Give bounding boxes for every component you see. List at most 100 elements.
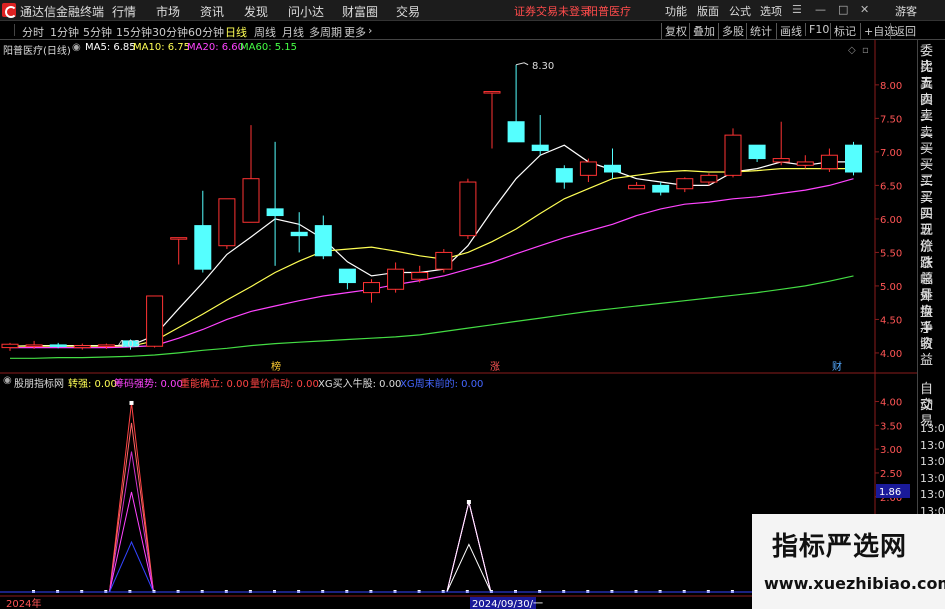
app-logo-icon <box>2 3 17 18</box>
tick-time: 13:06 <box>920 488 945 501</box>
tool-fuquan[interactable]: 复权 <box>661 23 690 39</box>
price-tick-label: 5.00 <box>880 282 902 293</box>
candle-body[interactable] <box>507 121 525 143</box>
ma20-label: MA20: 6.60 <box>187 42 245 53</box>
candle-body[interactable] <box>363 282 380 294</box>
period-daily[interactable]: 日线 <box>225 24 247 40</box>
period-monthly[interactable]: 月线 <box>282 24 304 40</box>
candle-body[interactable] <box>676 178 694 190</box>
menu-caifuquan[interactable]: 财富圈 <box>342 3 378 20</box>
candle-body[interactable] <box>25 344 43 347</box>
tool-huaxian[interactable]: 画线 <box>776 23 805 39</box>
menu-faxian[interactable]: 发现 <box>244 3 268 20</box>
menu-zixun[interactable]: 资讯 <box>200 3 224 20</box>
period-more[interactable]: 更多 <box>344 24 366 40</box>
tool-tongji[interactable]: 统计 <box>746 23 775 39</box>
candle-body[interactable] <box>845 144 862 173</box>
price-axis: 8.00 7.50 7.00 6.50 6.00 5.50 5.00 4.50 4.00 <box>875 81 902 360</box>
menu-wenxiaoda[interactable]: 问小达 <box>288 3 324 20</box>
price-tick-label: 4.50 <box>880 315 902 326</box>
candle-body[interactable] <box>266 208 284 217</box>
tool-back[interactable]: 返回 <box>890 23 919 39</box>
ma10-line <box>10 168 854 347</box>
candle-body[interactable] <box>411 272 429 280</box>
chevron-right-icon[interactable]: › <box>368 24 372 37</box>
candle-body[interactable] <box>555 168 573 183</box>
period-30min[interactable]: 30分钟 <box>152 24 188 40</box>
menu-gongshi[interactable]: 公式 <box>729 3 751 19</box>
candle-body[interactable] <box>579 161 597 176</box>
menu-gongneng[interactable]: 功能 <box>665 3 687 19</box>
tool-diejia[interactable]: 叠加 <box>689 23 718 39</box>
candle-body[interactable] <box>772 158 790 163</box>
candle-body[interactable] <box>314 225 332 257</box>
tool-biaoji[interactable]: 标记 <box>830 23 859 39</box>
window-menu-icon[interactable]: ☰ <box>792 3 802 16</box>
candle-body[interactable] <box>435 251 453 270</box>
candle-body[interactable] <box>531 144 549 152</box>
candle-body[interactable] <box>194 225 212 270</box>
period-1min[interactable]: 1分钟 <box>50 24 79 40</box>
maximize-icon[interactable]: □ <box>838 3 848 16</box>
candle-body[interactable] <box>796 161 814 166</box>
price-tick-label: 7.00 <box>880 148 902 159</box>
menu-xuanxiang[interactable]: 选项 <box>760 3 782 19</box>
guest-user[interactable]: 游客 <box>895 3 917 19</box>
price-tick-label: 5.50 <box>880 248 902 259</box>
candle-body[interactable] <box>290 231 308 237</box>
candle-body[interactable] <box>218 198 236 247</box>
ma20-line <box>10 178 854 349</box>
candle-body[interactable] <box>483 91 501 94</box>
period-60min[interactable]: 60分钟 <box>188 24 224 40</box>
candle-body[interactable] <box>604 164 621 173</box>
settings-icon[interactable]: ◉ <box>72 42 81 53</box>
minimize-icon[interactable]: — <box>815 3 826 16</box>
annotations <box>515 62 529 66</box>
period-5min[interactable]: 5分钟 <box>83 24 112 40</box>
low-price-label: 4.03 <box>118 339 140 350</box>
candle-body[interactable] <box>748 144 766 160</box>
menu-jiaoyi[interactable]: 交易 <box>396 3 420 20</box>
candle-body[interactable] <box>338 268 356 284</box>
marker-zhang[interactable]: 涨 <box>490 361 500 373</box>
period-fenshi[interactable]: 分时 <box>22 24 44 40</box>
candle-body[interactable] <box>242 178 260 223</box>
candle-body[interactable] <box>97 344 115 347</box>
period-multi[interactable]: 多周期 <box>309 24 342 40</box>
marker-cai[interactable]: 财 <box>832 360 842 373</box>
main-chart-header: 阳普医疗(日线) ◉ MA5: 6.85 MA10: 6.75 MA20: 6.… <box>0 40 875 57</box>
ma10-label: MA10: 6.75 <box>133 42 191 53</box>
candle-body[interactable] <box>73 345 91 349</box>
price-tick-label: 8.00 <box>880 81 902 92</box>
close-icon[interactable]: ✕ <box>860 3 869 16</box>
candle-body[interactable] <box>146 295 164 347</box>
candle-body[interactable] <box>700 174 718 183</box>
candle-body[interactable] <box>49 344 67 347</box>
indicator-tick-label: 2.50 <box>880 469 902 480</box>
tool-f10[interactable]: F10 <box>805 23 832 36</box>
candle-body[interactable] <box>724 134 742 176</box>
indicator-name: 股朋指标网 <box>14 379 64 390</box>
period-15min[interactable]: 15分钟 <box>116 24 152 40</box>
period-weekly[interactable]: 周线 <box>254 24 276 40</box>
indicator-settings-icon[interactable]: ◉ <box>3 375 12 386</box>
candle-body[interactable] <box>387 268 405 290</box>
ind-zhuanqiang: 转强: 0.00 <box>68 379 117 390</box>
menu-hangqing[interactable]: 行情 <box>112 3 136 20</box>
candle-body[interactable] <box>628 184 646 190</box>
chart-title: 阳普医疗(日线) <box>3 46 71 57</box>
watermark-text: 指标严选网 <box>772 532 908 562</box>
menu-shichang[interactable]: 市场 <box>156 3 180 20</box>
login-status[interactable]: 证券交易未登录 <box>514 3 591 19</box>
menu-banmian[interactable]: 版面 <box>697 3 719 19</box>
ind-zhongnengqueli: 重能确立: 0.00 <box>180 379 249 390</box>
tool-duogu[interactable]: 多股 <box>718 23 747 39</box>
candle-body[interactable] <box>459 181 477 237</box>
candle-body[interactable] <box>820 154 838 170</box>
candle-body[interactable] <box>170 237 188 240</box>
candle-body[interactable] <box>1 343 19 349</box>
marker-bang[interactable]: 榜 <box>271 360 281 373</box>
tick-time: 13:05 <box>920 455 945 468</box>
candle-body[interactable] <box>652 184 670 193</box>
price-tick-label: 6.50 <box>880 181 902 192</box>
